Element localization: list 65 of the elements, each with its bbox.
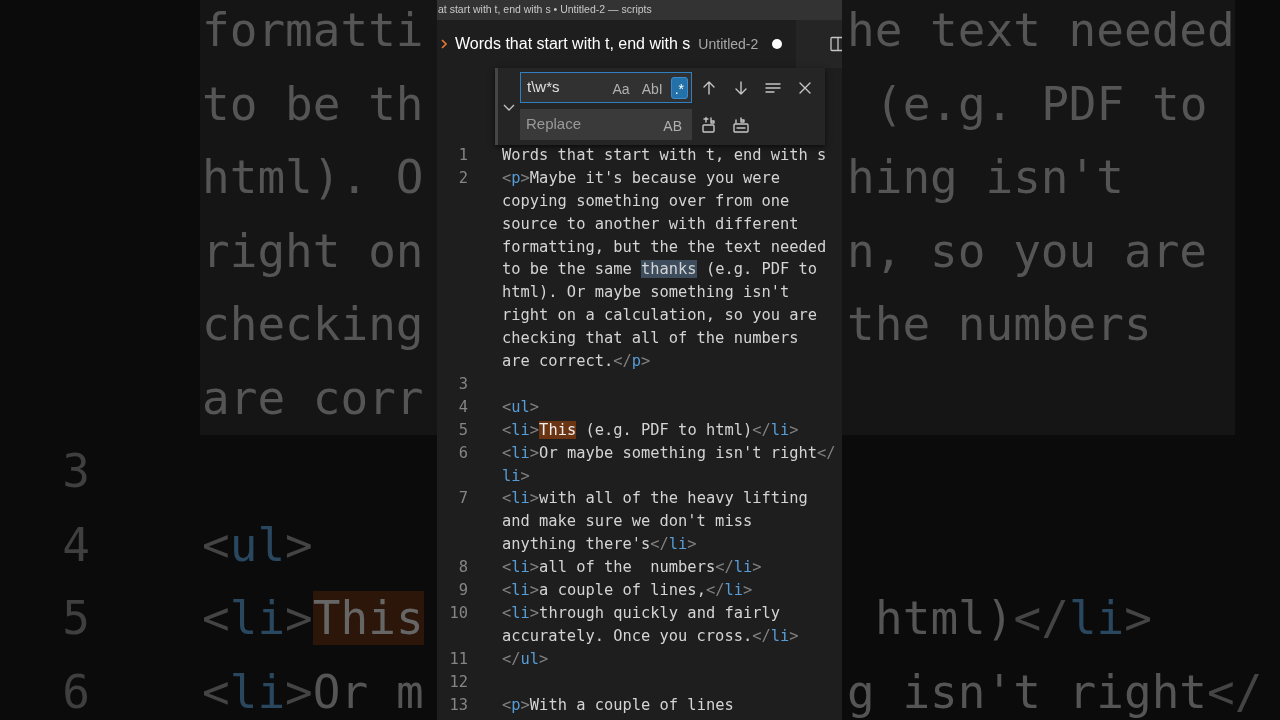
- code-line: checking: [202, 297, 424, 351]
- code-line: formatting, but the the text needed: [502, 236, 827, 258]
- code-line: g isn't right</: [846, 663, 1263, 720]
- line-number: 10: [449, 603, 468, 622]
- code-line: Words that start with t, end with s: [502, 145, 827, 166]
- code-line: and make sure we don't miss: [502, 511, 754, 533]
- code-line: he text needed: [846, 2, 1235, 59]
- replace-field[interactable]: Replace AB: [520, 109, 692, 140]
- editor-tab[interactable]: Words that start with t, end with s Untitled-2: [437, 20, 797, 68]
- line-number: 6: [458, 443, 468, 462]
- code-line: <li>This (e.g. PDF to html)</li>: [502, 419, 799, 441]
- replace-icon[interactable]: [700, 115, 718, 134]
- line-number: 4: [458, 397, 468, 416]
- code-line: accurately. Once you cross.</li>: [502, 625, 799, 647]
- code-line: html). O: [202, 150, 424, 204]
- line-number: 12: [449, 672, 468, 691]
- option-toggle[interactable]: Aa: [608, 76, 634, 99]
- line-number: 2: [458, 168, 468, 187]
- code-line: n, so you are: [846, 222, 1208, 280]
- code-line: li>: [502, 465, 531, 487]
- code-line: copying something over from one: [502, 190, 791, 212]
- code-line: <li>a couple of lines,</li>: [502, 580, 753, 601]
- code-line: <p>With a couple of lines: [502, 694, 734, 716]
- code-line: html). Or maybe something isn't: [502, 282, 791, 304]
- code-line: <li>Or maybe something isn't right</: [502, 442, 836, 464]
- code-line: anything there's</li>: [502, 534, 698, 556]
- code-line: right on a calculation, so you are: [502, 305, 819, 327]
- line-number: 7: [458, 489, 468, 508]
- line-number: 8: [458, 558, 468, 577]
- line-number: 11: [449, 649, 468, 668]
- code-line: </ul>: [502, 648, 549, 670]
- line-number: 3: [458, 374, 468, 393]
- code-line: are correct.</p>: [502, 351, 652, 373]
- code-line: <li>with all of the heavy lifting: [502, 488, 808, 510]
- code-line: right on: [202, 223, 424, 278]
- option-toggle[interactable]: AB: [659, 113, 686, 136]
- code-line: <ul>: [502, 396, 540, 418]
- code-line: <li>all of the numbers</li>: [502, 557, 762, 579]
- code-line: <li>This: [202, 591, 424, 645]
- code-line: <ul>: [202, 517, 313, 572]
- line-number: 13: [449, 695, 468, 714]
- code-line: source to another with different: [502, 213, 800, 235]
- code-line: to be th: [202, 76, 424, 131]
- tab-title: Words that start with t, end with s: [455, 34, 691, 54]
- code-line: <p>Maybe it's because you were: [502, 167, 782, 189]
- code-line: <li>Or m: [202, 664, 424, 719]
- line-number: 5: [458, 420, 468, 439]
- replace-all-icon[interactable]: [732, 115, 750, 134]
- code-line: are corr: [202, 370, 424, 425]
- find-field[interactable]: t\w*s Aa AbI .*: [520, 72, 692, 103]
- option-toggle[interactable]: .*: [670, 76, 688, 99]
- code-line: <li>through quickly and fairly: [502, 602, 782, 624]
- code-line: the numbers: [846, 296, 1152, 353]
- code-line: (e.g. PDF to: [874, 75, 1208, 133]
- split-editor-icon[interactable]: [830, 36, 842, 52]
- option-toggle[interactable]: AbI: [637, 76, 667, 99]
- tab-description: Untitled-2: [698, 34, 759, 54]
- code-line: to be the same thanks (e.g. PDF to: [502, 259, 819, 281]
- code-line: formatti: [202, 3, 424, 57]
- code-line: hing isn't: [846, 149, 1124, 206]
- code-line: html)</li>: [874, 590, 1152, 647]
- line-number: 1: [458, 146, 468, 164]
- code-line: checking that all of the numbers: [502, 328, 800, 350]
- line-number: 9: [458, 581, 468, 599]
- window-title: at start with t, end with s • Untitled-2 — scripts: [438, 2, 652, 18]
